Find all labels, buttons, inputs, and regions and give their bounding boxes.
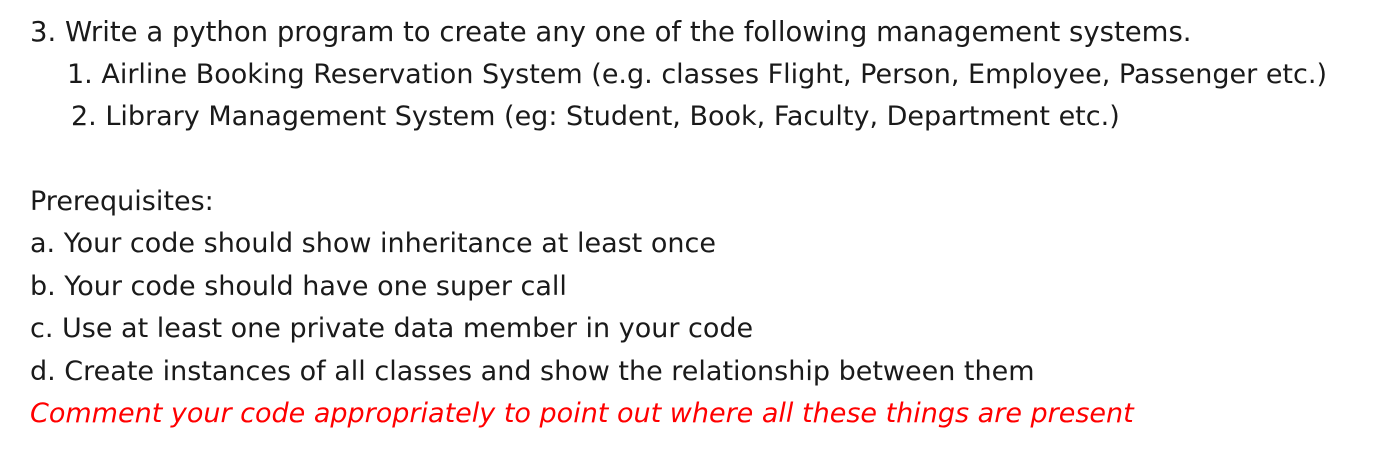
option-library: 2. Library Management System (eg: Studen… xyxy=(71,101,1120,132)
prerequisite-item-b: b. Your code should have one super call xyxy=(30,271,567,302)
prerequisites-title: Prerequisites: xyxy=(30,186,214,217)
assignment-document: 3. Write a python program to create any … xyxy=(0,0,1379,453)
option-airline: 1. Airline Booking Reservation System (e… xyxy=(67,59,1327,90)
question-heading: 3. Write a python program to create any … xyxy=(30,16,1192,48)
prerequisite-item-a: a. Your code should show inheritance at … xyxy=(30,228,716,259)
comment-instruction-note: Comment your code appropriately to point… xyxy=(30,398,1134,429)
prerequisite-item-c: c. Use at least one private data member … xyxy=(30,313,754,344)
prerequisite-item-d: d. Create instances of all classes and s… xyxy=(30,356,1035,387)
